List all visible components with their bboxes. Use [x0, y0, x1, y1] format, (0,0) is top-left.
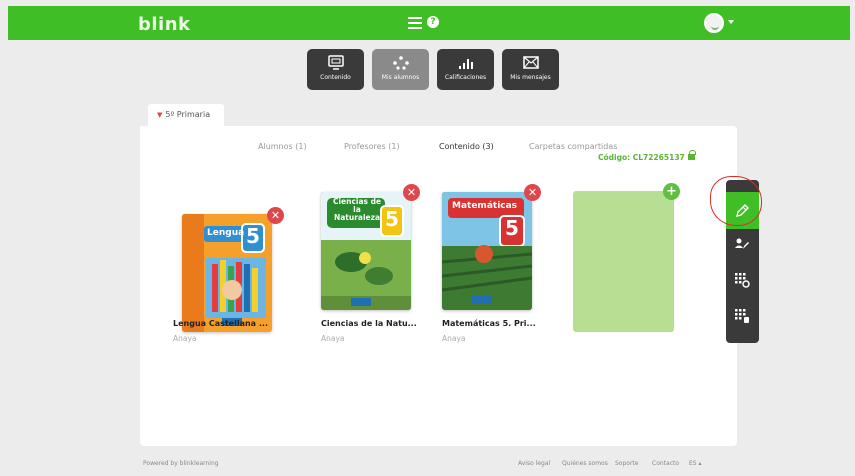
- blink-logo[interactable]: blink: [138, 14, 191, 35]
- envelope-icon: [522, 56, 539, 69]
- footer-link-contacto[interactable]: Contacto: [652, 460, 679, 467]
- book-title[interactable]: Matemáticas 5. Pri...: [442, 319, 536, 328]
- class-tab-label: 5º Primaria: [165, 110, 211, 119]
- book-cover[interactable]: Matemáticas 5: [442, 192, 532, 310]
- class-code: Código: CL72265137: [598, 150, 696, 162]
- top-bar: blink ?: [8, 6, 850, 40]
- remove-book-button[interactable]: ✕: [267, 207, 284, 224]
- powered-by-text: Powered by blinklearning: [143, 460, 219, 467]
- add-content-button[interactable]: +: [663, 183, 680, 200]
- nav-contenido-label: Contenido: [320, 74, 351, 81]
- cover-number: 5: [246, 224, 260, 248]
- footer-link-aviso-legal[interactable]: Aviso legal: [518, 460, 550, 467]
- tab-alumnos[interactable]: Alumnos (1): [258, 142, 307, 151]
- grid-delete-icon[interactable]: [734, 308, 750, 324]
- cover-title: Lengua: [207, 228, 245, 238]
- footer-link-quienes-somos[interactable]: Quiénes somos: [562, 460, 608, 467]
- nav-mis-mensajes-button[interactable]: Mis mensajes: [502, 49, 559, 90]
- user-edit-icon[interactable]: [734, 236, 750, 252]
- screen-icon: [327, 55, 344, 70]
- nav-contenido-button[interactable]: Contenido: [307, 49, 364, 90]
- cover-number: 5: [505, 216, 519, 240]
- nav-mis-mensajes-label: Mis mensajes: [510, 74, 551, 81]
- main-nav: Contenido Mis alumnos Calificaciones Mis…: [307, 49, 559, 90]
- nav-calificaciones-button[interactable]: Calificaciones: [437, 49, 494, 90]
- language-selector[interactable]: ES ▴: [689, 460, 702, 467]
- nav-mis-alumnos-label: Mis alumnos: [381, 74, 420, 81]
- tab-profesores[interactable]: Profesores (1): [344, 142, 400, 151]
- content-panel: Alumnos (1) Profesores (1) Contenido (3)…: [140, 126, 737, 446]
- footer-link-soporte[interactable]: Soporte: [615, 460, 638, 467]
- class-tab[interactable]: ▼ 5º Primaria: [148, 104, 224, 127]
- lock-icon[interactable]: [687, 150, 696, 160]
- book-cover[interactable]: Lengua 5: [182, 214, 272, 332]
- class-code-label: Código: CL72265137: [598, 153, 685, 162]
- caret-down-icon: ▼: [157, 111, 163, 119]
- cover-title: Ciencias de la Naturaleza: [332, 197, 382, 222]
- hamburger-icon[interactable]: [408, 17, 422, 29]
- cover-title: Matemáticas: [452, 201, 518, 211]
- nav-calificaciones-label: Calificaciones: [444, 74, 487, 81]
- book-title[interactable]: Ciencias de la Natu...: [321, 319, 417, 328]
- chevron-down-icon[interactable]: [728, 20, 734, 24]
- grid-settings-icon[interactable]: [734, 272, 750, 288]
- book-title[interactable]: Lengua Castellana ...: [173, 319, 268, 328]
- user-avatar[interactable]: [704, 13, 724, 33]
- tab-carpetas-compartidas[interactable]: Carpetas compartidas: [529, 142, 617, 151]
- tab-contenido[interactable]: Contenido (3): [439, 142, 494, 151]
- remove-book-button[interactable]: ✕: [403, 184, 420, 201]
- book-cover[interactable]: Ciencias de la Naturaleza 5: [321, 192, 411, 310]
- annotation-circle: [710, 176, 762, 226]
- remove-book-button[interactable]: ✕: [524, 184, 541, 201]
- cover-number: 5: [385, 207, 399, 231]
- book-publisher: Anaya: [173, 334, 197, 343]
- students-icon: [392, 56, 409, 70]
- bar-chart-icon: [458, 59, 473, 69]
- add-content-card[interactable]: [573, 191, 674, 332]
- help-icon[interactable]: ?: [427, 16, 439, 28]
- book-publisher: Anaya: [321, 334, 345, 343]
- book-publisher: Anaya: [442, 334, 466, 343]
- nav-mis-alumnos-button[interactable]: Mis alumnos: [372, 49, 429, 90]
